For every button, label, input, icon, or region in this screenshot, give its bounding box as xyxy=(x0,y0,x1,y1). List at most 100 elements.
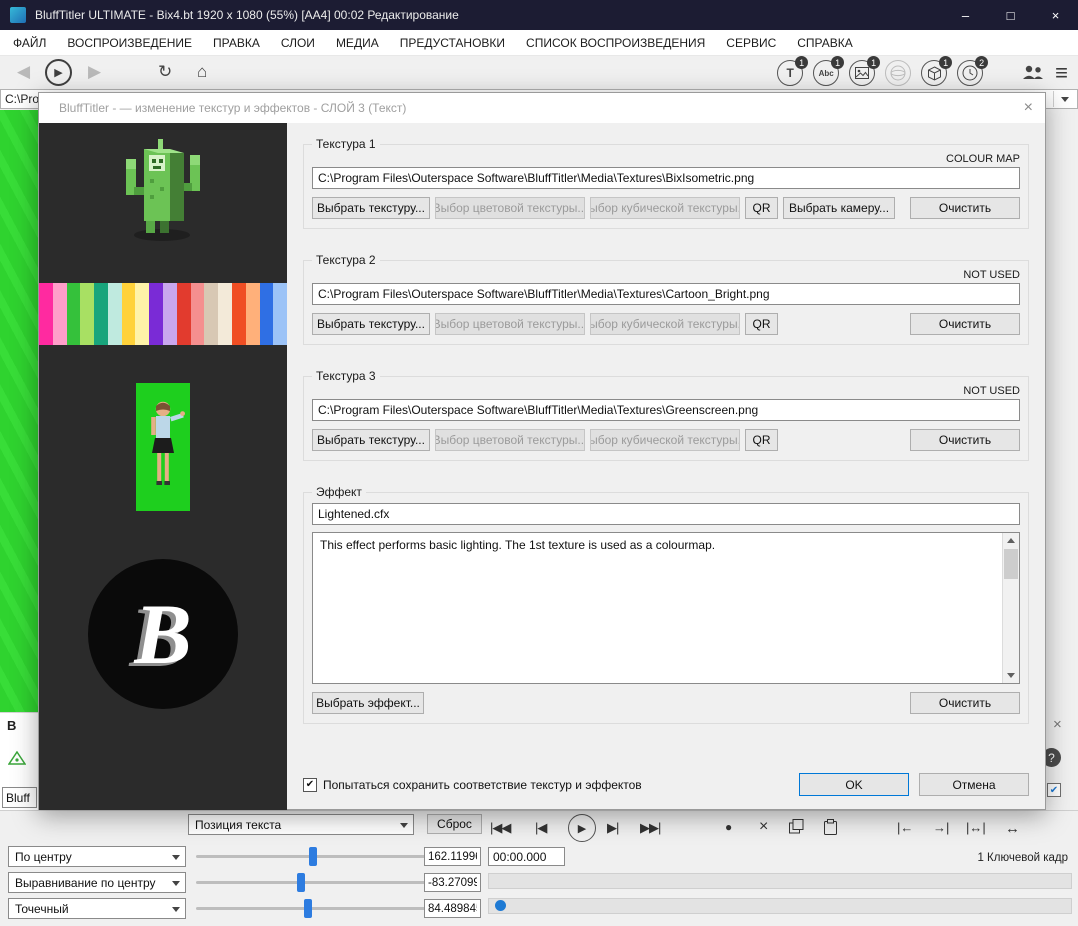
path-dropdown-button[interactable] xyxy=(1053,91,1076,107)
panel-close-button[interactable]: × xyxy=(1053,716,1062,733)
next-frame-button[interactable]: ▶| xyxy=(607,820,619,836)
slider-handle[interactable] xyxy=(304,899,313,918)
home-button[interactable]: ⌂ xyxy=(197,61,207,83)
qr-button-3[interactable]: QR xyxy=(745,429,778,451)
anchor-combo[interactable]: По центру xyxy=(8,846,186,867)
scroll-down-button[interactable] xyxy=(1003,668,1019,683)
picture-layer-button[interactable]: 1 xyxy=(849,56,881,86)
menu-item-media[interactable]: МЕДИА xyxy=(336,36,379,50)
clear-texture-button-1[interactable]: Очистить xyxy=(910,197,1020,219)
texture-path-input-1[interactable] xyxy=(312,167,1020,189)
last-keyframe-button[interactable]: →| xyxy=(933,820,949,835)
delete-keyframe-button[interactable]: × xyxy=(759,818,768,836)
menu-item-file[interactable]: ФАЙЛ xyxy=(13,36,46,50)
timeline-marker[interactable] xyxy=(495,900,506,911)
paragraph-layer-button[interactable]: Abc 1 xyxy=(813,56,845,86)
layers-icon xyxy=(789,819,804,834)
skip-start-button[interactable]: |◀◀ xyxy=(490,820,511,836)
community-button[interactable] xyxy=(1021,65,1045,82)
texture-path-input-3[interactable] xyxy=(312,399,1020,421)
cube-layer-badge: 1 xyxy=(939,56,953,69)
dialog-close-button[interactable]: × xyxy=(1024,99,1033,117)
clipboard-button[interactable] xyxy=(824,819,837,838)
record-button[interactable]: ● xyxy=(725,820,732,834)
slider-track[interactable] xyxy=(196,907,442,910)
slider-x[interactable] xyxy=(196,846,442,867)
forward-button[interactable]: ▶ xyxy=(88,61,101,83)
slider-z[interactable] xyxy=(196,898,442,919)
menu-item-layers[interactable]: СЛОИ xyxy=(281,36,315,50)
texture-path-input-2[interactable] xyxy=(312,283,1020,305)
clear-texture-button-3[interactable]: Очистить xyxy=(910,429,1020,451)
clear-texture-button-2[interactable]: Очистить xyxy=(910,313,1020,335)
choose-texture-button-1[interactable]: Выбрать текстуру... xyxy=(312,197,430,219)
dialog-title: BluffTitler - — изменение текстур и эффе… xyxy=(59,101,407,115)
value-field-x[interactable] xyxy=(424,847,481,866)
mode-combo[interactable]: Точечный xyxy=(8,898,186,919)
cube-layer-button[interactable]: 1 xyxy=(921,56,953,86)
alignment-combo[interactable]: Выравнивание по центру xyxy=(8,872,186,893)
layer-name-field[interactable]: Bluff xyxy=(2,787,37,808)
panel-checkbox[interactable]: ✔ xyxy=(1047,783,1061,797)
ok-button[interactable]: OK xyxy=(799,773,909,796)
text-layer-button[interactable]: T 1 xyxy=(777,56,809,86)
reset-button[interactable]: Сброс xyxy=(427,814,482,834)
scrollbar[interactable] xyxy=(1002,533,1019,683)
menu-item-edit[interactable]: ПРАВКА xyxy=(213,36,260,50)
timeline-track-lower[interactable] xyxy=(488,898,1072,914)
sphere-layer-button[interactable] xyxy=(885,60,912,86)
text-position-combo[interactable]: Позиция текста xyxy=(188,814,414,835)
scroll-up-button[interactable] xyxy=(1003,533,1019,548)
menu-item-playlist[interactable]: СПИСОК ВОСПРОИЗВЕДЕНИЯ xyxy=(526,36,705,50)
refresh-button[interactable]: ↻ xyxy=(158,61,172,83)
keep-match-checkbox[interactable]: ✔ xyxy=(303,777,317,792)
menu-item-presets[interactable]: ПРЕДУСТАНОВКИ xyxy=(400,36,505,50)
close-button[interactable]: × xyxy=(1033,0,1078,30)
choose-camera-button[interactable]: Выбрать камеру... xyxy=(783,197,895,219)
play-button[interactable]: ▶ xyxy=(568,814,596,842)
palette-stripe xyxy=(135,283,150,345)
maximize-button[interactable]: □ xyxy=(988,0,1033,30)
effect-group: Эффект This effect performs basic lighti… xyxy=(303,485,1029,724)
play-icon: ▶ xyxy=(54,67,63,79)
choose-texture-button-3[interactable]: Выбрать текстуру... xyxy=(312,429,430,451)
keyframe-range-button[interactable]: |↔| xyxy=(966,820,986,835)
qr-button-2[interactable]: QR xyxy=(745,313,778,335)
value-field-y[interactable] xyxy=(424,873,481,892)
time-field[interactable] xyxy=(488,847,565,866)
first-keyframe-button[interactable]: |← xyxy=(897,820,913,835)
prev-frame-button[interactable]: |◀ xyxy=(535,820,547,836)
menu-item-service[interactable]: СЕРВИС xyxy=(726,36,776,50)
effect-file-input[interactable] xyxy=(312,503,1020,525)
texture-preview-cartoon-bright xyxy=(39,283,288,345)
keep-match-label: Попытаться сохранить соответствие тексту… xyxy=(323,777,642,792)
cube-icon xyxy=(927,65,941,81)
choose-effect-button[interactable]: Выбрать эффект... xyxy=(312,692,424,714)
chevron-down-icon xyxy=(172,855,180,860)
menu-item-help[interactable]: СПРАВКА xyxy=(797,36,853,50)
palette-stripe xyxy=(39,283,53,345)
qr-button-1[interactable]: QR xyxy=(745,197,778,219)
slider-handle[interactable] xyxy=(296,873,305,892)
slider-track[interactable] xyxy=(196,855,442,858)
layers-button[interactable] xyxy=(789,819,804,837)
scroll-thumb[interactable] xyxy=(1004,549,1018,579)
cancel-button[interactable]: Отмена xyxy=(919,773,1029,796)
choose-texture-button-2[interactable]: Выбрать текстуру... xyxy=(312,313,430,335)
value-field-z[interactable] xyxy=(424,899,481,918)
minimize-button[interactable]: – xyxy=(943,0,988,30)
clear-effect-button[interactable]: Очистить xyxy=(910,692,1020,714)
menu-item-playback[interactable]: ВОСПРОИЗВЕДЕНИЕ xyxy=(67,36,192,50)
palette-stripe xyxy=(66,283,81,345)
menu-toggle-button[interactable]: ≡ xyxy=(1055,62,1068,84)
timeline-track-upper[interactable] xyxy=(488,873,1072,889)
slider-y[interactable] xyxy=(196,872,442,893)
slider-track[interactable] xyxy=(196,881,442,884)
back-button[interactable]: ◀ xyxy=(17,61,30,83)
all-keyframes-button[interactable]: ↔ xyxy=(1005,820,1020,837)
clock-layer-button[interactable]: 2 xyxy=(957,56,989,86)
play-toolbar-button[interactable]: ▶ xyxy=(45,59,72,86)
combo-value: Позиция текста xyxy=(195,817,282,832)
skip-end-button[interactable]: ▶▶| xyxy=(640,820,661,836)
slider-handle[interactable] xyxy=(309,847,318,866)
